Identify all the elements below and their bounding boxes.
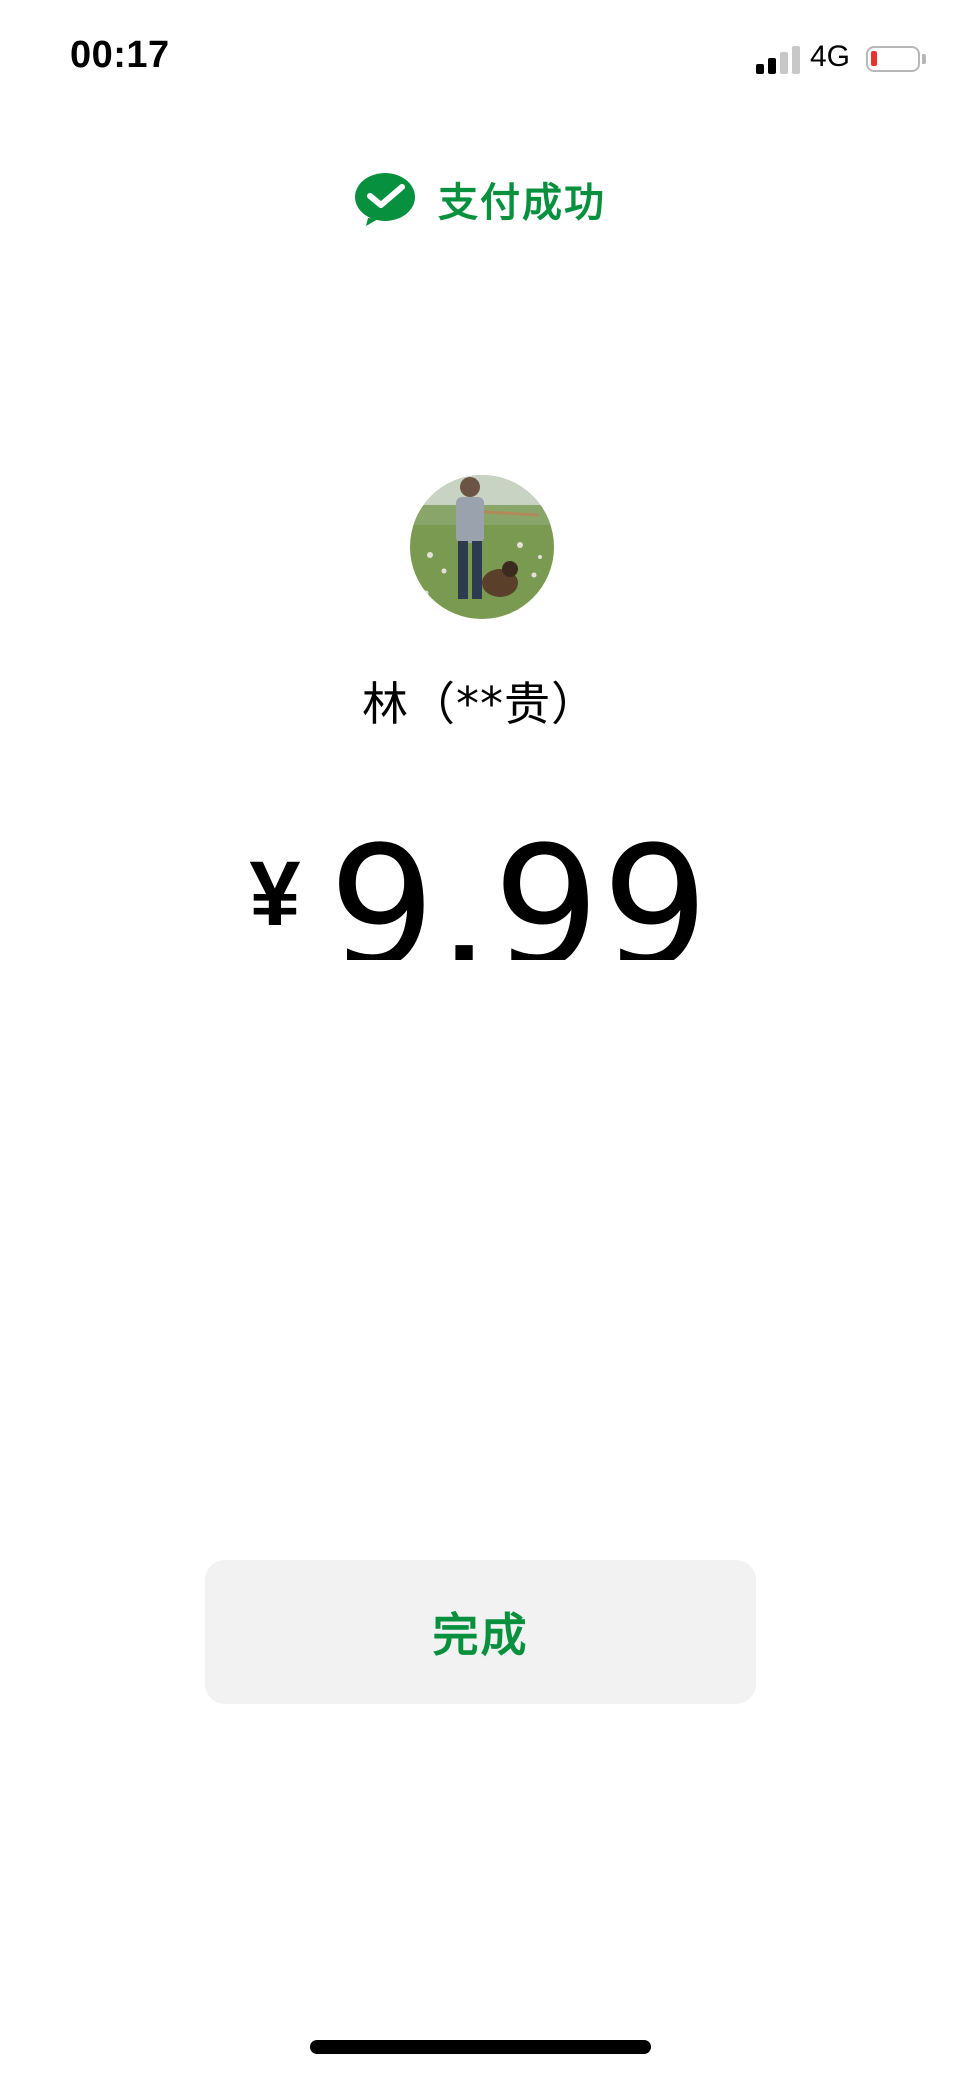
amount-value: 9.99 [328, 820, 711, 960]
payee-name: 林（**贵） [362, 677, 598, 731]
currency-symbol: ¥ [249, 843, 301, 945]
payment-success-header: 支付成功 [0, 170, 960, 228]
payment-success-title: 支付成功 [438, 180, 606, 226]
avatar [410, 475, 554, 619]
home-indicator[interactable] [310, 2040, 651, 2054]
done-button[interactable]: 完成 [205, 1560, 756, 1704]
status-bar: 00:17 4G [0, 0, 960, 120]
payment-amount: ¥ 9.99 [0, 820, 960, 960]
battery-icon [866, 46, 926, 72]
network-type: 4G [810, 40, 851, 73]
wechat-pay-check-icon [355, 173, 415, 226]
done-button-label: 完成 [432, 1608, 529, 1662]
status-time: 00:17 [70, 34, 170, 76]
cellular-signal-icon [756, 44, 800, 74]
